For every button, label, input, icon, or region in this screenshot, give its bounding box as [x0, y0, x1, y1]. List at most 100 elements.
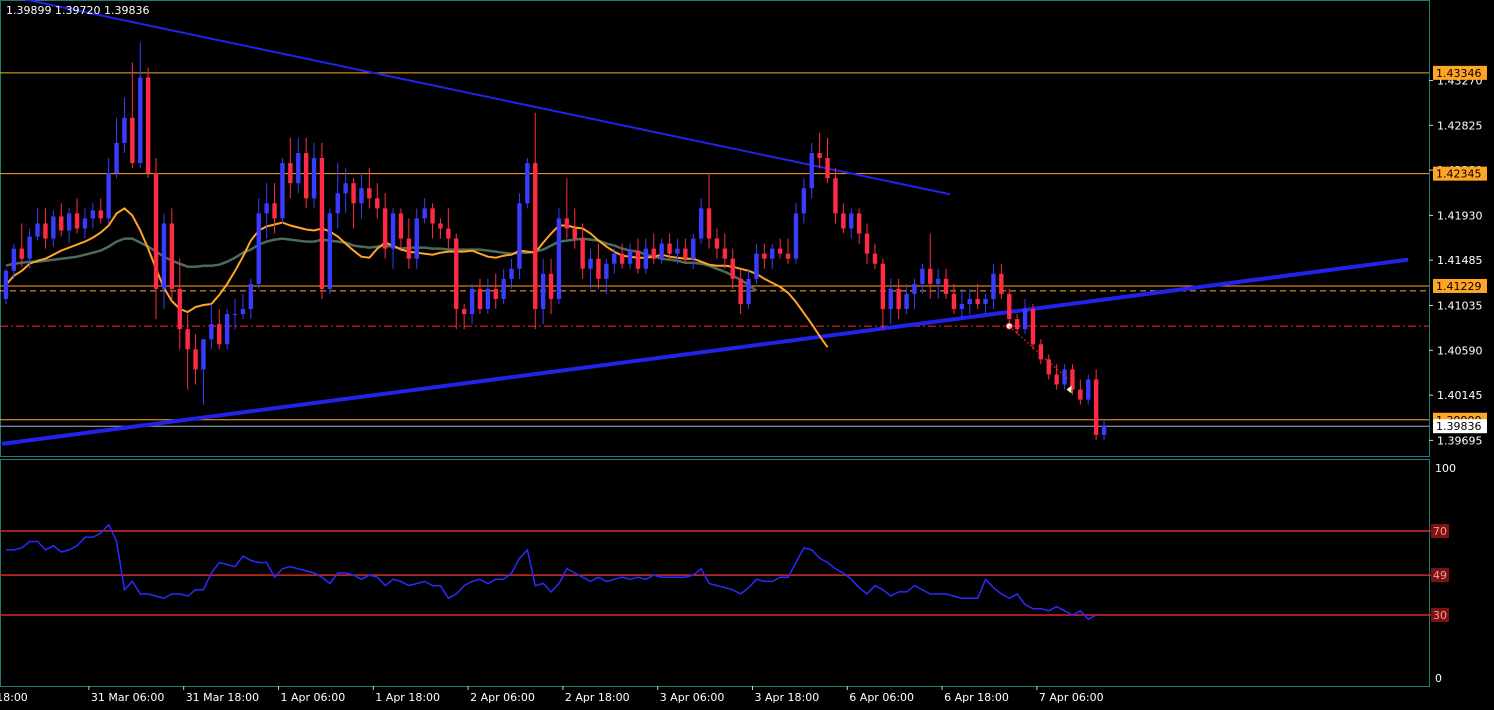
rsi-panel-border	[0, 459, 1430, 687]
candle-bull	[1086, 379, 1091, 400]
candle-bear	[635, 250, 641, 269]
time-tick-label: 18:00	[0, 691, 28, 704]
candle-bull	[627, 250, 633, 264]
candle-bear	[375, 198, 380, 209]
candle-bull	[209, 324, 214, 340]
candle-bull	[138, 77, 143, 164]
candle-bear	[438, 223, 443, 229]
candle-bear	[817, 152, 822, 159]
price-tick-label: 1.41930	[1437, 209, 1483, 222]
candle-bull	[90, 210, 96, 219]
candle-bear	[1007, 293, 1012, 320]
candle-bull	[11, 248, 17, 271]
candle-bear	[430, 208, 435, 224]
candle-bear	[130, 117, 135, 164]
candle-bull	[793, 213, 799, 259]
candle-bull	[343, 183, 348, 194]
candle-bear	[564, 218, 570, 229]
time-axis: 18:00 31 Mar 06:00 31 Mar 18:00 1 Apr 06:00…	[0, 686, 1104, 704]
candle-bull	[161, 223, 167, 289]
candle-bear	[1093, 379, 1099, 435]
level-label: 1.43346	[1436, 67, 1482, 80]
candle-bull	[509, 268, 514, 279]
rsi-level-label: 30	[1433, 609, 1447, 622]
candles	[3, 42, 1107, 440]
candle-bull	[114, 142, 119, 174]
candle-bear	[59, 216, 64, 231]
time-tick-label: 2 Apr 18:00	[565, 691, 630, 704]
candle-bear	[864, 233, 870, 254]
main-panel-border	[0, 0, 1430, 457]
candle-bear	[999, 273, 1004, 294]
rsi-tick-label: 0	[1435, 672, 1442, 685]
candle-bull	[51, 216, 56, 239]
candle-bear	[738, 278, 743, 304]
candle-bear	[153, 173, 159, 289]
candle-bull	[675, 248, 680, 254]
candle-bear	[398, 213, 404, 239]
candle-bear	[619, 253, 625, 264]
candle-bull	[959, 303, 965, 310]
candle-bear	[145, 77, 151, 174]
time-tick-label: 31 Mar 06:00	[91, 691, 164, 704]
candle-bear	[454, 238, 459, 310]
candle-bull	[264, 203, 269, 214]
candle-bull	[469, 288, 475, 315]
candle-bull	[935, 278, 941, 284]
candle-bear	[1014, 319, 1020, 330]
candle-bull	[224, 314, 230, 345]
candle-bull	[106, 173, 111, 219]
time-tick-label: 2 Apr 06:00	[470, 691, 535, 704]
time-tick-label: 1 Apr 18:00	[375, 691, 440, 704]
trendline-support	[1, 257, 1409, 446]
candle-bear	[1078, 389, 1083, 400]
candle-bull	[1101, 425, 1107, 435]
candle-bull	[335, 193, 340, 214]
current-price-label: 1.39836	[1436, 420, 1482, 433]
time-tick-label: 7 Apr 06:00	[1039, 691, 1104, 704]
rsi-level-label: 70	[1433, 525, 1447, 538]
candle-bull	[422, 208, 427, 219]
candle-bear	[596, 258, 601, 279]
price-axis: 1.432701.428251.423801.419301.414851.410…	[1429, 65, 1487, 447]
candle-bear	[43, 223, 48, 239]
candle-bull	[991, 273, 996, 299]
rsi-tick-label: 100	[1435, 462, 1456, 475]
time-tick-label: 6 Apr 18:00	[944, 691, 1009, 704]
candle-bear	[928, 268, 933, 284]
candle-bear	[493, 288, 498, 299]
time-tick-label: 31 Mar 18:00	[186, 691, 259, 704]
chart-canvas: 1.432701.428251.423801.419301.414851.410…	[0, 0, 1487, 704]
candle-bear	[730, 258, 735, 279]
level-label: 1.42345	[1436, 168, 1482, 181]
candle-bear	[975, 298, 980, 304]
candle-bear	[272, 203, 277, 219]
rsi-line	[6, 523, 1097, 621]
trendlines	[1, 0, 1409, 446]
time-tick-label: 3 Apr 18:00	[755, 691, 820, 704]
candle-bull	[359, 188, 364, 204]
candle-bear	[185, 329, 190, 350]
candle-bull	[556, 218, 562, 299]
candle-bear	[762, 253, 767, 259]
candle-bear	[722, 248, 728, 259]
candle-bear	[217, 324, 222, 345]
candle-bear	[572, 228, 577, 239]
candle-bear	[74, 213, 80, 229]
candle-bear	[580, 238, 585, 269]
candle-bull	[240, 309, 246, 315]
candle-bull	[485, 288, 491, 310]
time-tick-label: 3 Apr 06:00	[660, 691, 725, 704]
candle-bear	[319, 158, 325, 289]
candle-bull	[390, 213, 396, 249]
candle-bear	[98, 210, 103, 219]
candle-bull	[643, 248, 649, 269]
candle-bear	[880, 263, 886, 310]
candle-bull	[525, 163, 530, 204]
candle-bear	[841, 213, 846, 229]
candle-bear	[833, 178, 838, 214]
candle-bear	[872, 253, 878, 264]
candle-bull	[967, 298, 972, 304]
price-tick-label: 1.41485	[1437, 254, 1483, 267]
candle-bull	[801, 188, 807, 214]
